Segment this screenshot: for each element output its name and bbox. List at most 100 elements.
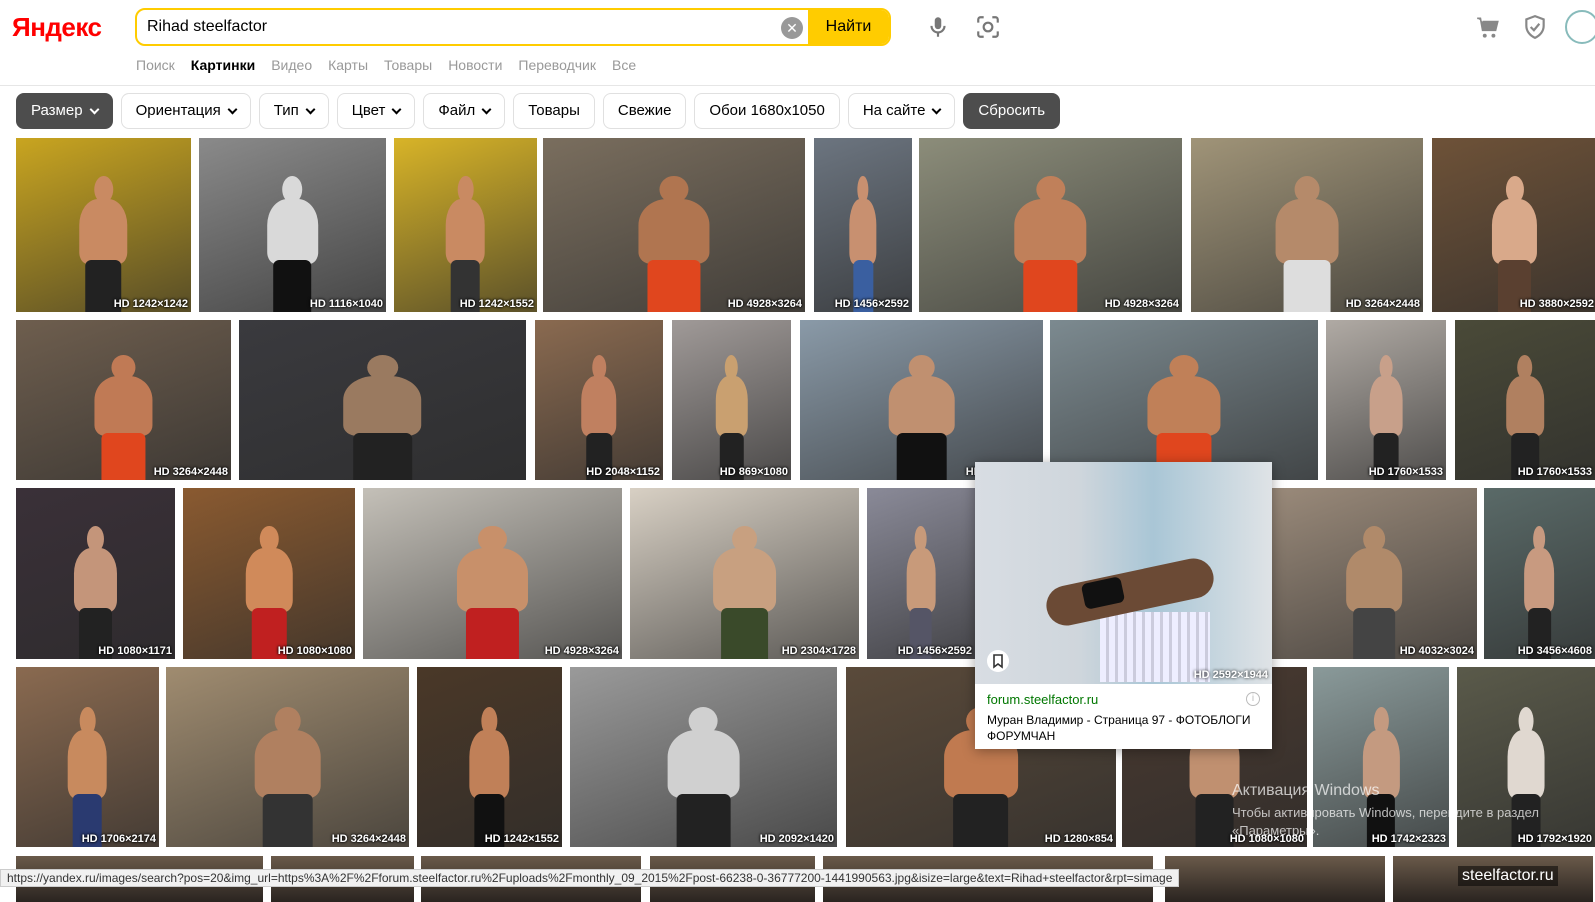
filter-chip-0[interactable]: Размер: [16, 93, 113, 129]
thumbnail-figure: [465, 706, 514, 847]
filter-chip-label: Размер: [31, 102, 83, 119]
filter-chip-label: Ориентация: [135, 102, 221, 119]
thumbnail-figure: [1501, 355, 1549, 480]
image-result-tile[interactable]: HD 3264×2448: [166, 667, 409, 847]
tab-5[interactable]: Новости: [448, 57, 502, 73]
image-result-tile[interactable]: HD 3264×2448: [1191, 138, 1423, 312]
search-tabs: Поиск Картинки Видео Карты Товары Новости Пере…: [136, 57, 652, 73]
resolution-badge: HD 1242×1552: [484, 833, 559, 845]
thumbnail-figure: [706, 525, 784, 659]
image-result-tile[interactable]: HD 1080×1080: [183, 488, 355, 659]
thumbnail-figure: [441, 176, 490, 312]
resolution-badge: HD 3456×4608: [1517, 645, 1592, 657]
resolution-badge: HD 2048×1152: [586, 466, 660, 478]
thumbnail-figure: [1268, 176, 1347, 312]
preview-image[interactable]: [975, 462, 1272, 684]
bookmark-icon[interactable]: [987, 650, 1009, 672]
image-result-tile[interactable]: HD 1620×2160: [800, 320, 1043, 480]
image-result-tile[interactable]: HD 1242×1552: [394, 138, 537, 312]
image-result-tile[interactable]: [1165, 856, 1385, 902]
thumbnail-figure: [63, 706, 112, 847]
tab-0[interactable]: Поиск: [136, 57, 175, 73]
thumbnail-figure: [261, 176, 325, 312]
image-result-tile[interactable]: [1050, 320, 1318, 480]
image-result-tile[interactable]: HD 4032×3024: [1272, 488, 1477, 659]
resolution-badge: HD 4928×3264: [727, 298, 802, 310]
filter-chip-3[interactable]: Цвет: [336, 93, 416, 129]
chevron-down-icon: [227, 104, 238, 114]
clear-icon[interactable]: ✕: [781, 17, 803, 39]
image-result-tile[interactable]: HD 1760×1533: [1455, 320, 1595, 480]
tab-2[interactable]: Видео: [271, 57, 312, 73]
shield-icon[interactable]: [1522, 14, 1548, 40]
yandex-logo[interactable]: Яндекс: [12, 12, 102, 43]
image-result-tile[interactable]: HD 1242×1242: [16, 138, 191, 312]
resolution-badge: HD 1760×1533: [1368, 466, 1443, 478]
thumbnail-figure: [334, 355, 432, 480]
filter-chip-7[interactable]: Обои 1680x1050: [694, 93, 840, 129]
image-result-tile[interactable]: HD 3880×2592: [1432, 138, 1595, 312]
image-result-tile[interactable]: HD 4928×3264: [543, 138, 805, 312]
thumbnail-figure: [846, 176, 879, 312]
image-result-tile[interactable]: HD 1456×2592: [867, 488, 975, 659]
tab-3[interactable]: Карты: [328, 57, 368, 73]
resolution-badge: HD 1706×2174: [81, 833, 156, 845]
image-result-tile[interactable]: HD 869×1080: [672, 320, 791, 480]
thumbnail-figure: [1340, 525, 1410, 659]
preview-domain-link[interactable]: forum.steelfactor.ru: [987, 692, 1098, 707]
image-search-icon[interactable]: [975, 14, 1001, 40]
image-result-tile[interactable]: HD 3264×2448: [16, 320, 231, 480]
resolution-badge: HD 4032×3024: [1399, 645, 1474, 657]
site-watermark: steelfactor.ru: [1458, 866, 1558, 886]
filter-chip-label: Свежие: [617, 102, 672, 119]
thumbnail-figure: [246, 706, 329, 847]
tab-4[interactable]: Товары: [384, 57, 432, 73]
thumbnail-figure: [577, 355, 621, 480]
result-preview-card[interactable]: HD 2592×1944 forum.steelfactor.ru i Мура…: [975, 462, 1272, 749]
search-button[interactable]: Найти: [808, 10, 889, 44]
thumbnail-figure: [87, 355, 160, 480]
tab-1[interactable]: Картинки: [191, 57, 255, 73]
image-result-tile[interactable]: HD 2048×1152: [535, 320, 663, 480]
search-input[interactable]: [147, 10, 767, 44]
filter-chip-8[interactable]: На сайте: [847, 93, 956, 129]
tab-6[interactable]: Переводчик: [518, 57, 596, 73]
image-result-tile[interactable]: HD 3456×4608: [1484, 488, 1595, 659]
filter-chip-9[interactable]: Сбросить: [963, 93, 1061, 129]
thumbnail-figure: [1006, 176, 1095, 312]
image-result-tile[interactable]: HD 4928×3264: [363, 488, 622, 659]
image-result-tile[interactable]: HD 2092×1420: [570, 667, 837, 847]
filter-chip-2[interactable]: Тип: [258, 93, 329, 129]
filter-chip-1[interactable]: Ориентация: [120, 93, 251, 129]
image-result-tile[interactable]: HD 1116×1040: [199, 138, 386, 312]
thumbnail-figure: [629, 176, 718, 312]
cart-icon[interactable]: [1475, 14, 1501, 40]
info-icon[interactable]: i: [1246, 692, 1260, 706]
image-result-tile[interactable]: HD 1456×2592: [814, 138, 912, 312]
image-result-tile[interactable]: HD 1760×1533: [1326, 320, 1446, 480]
image-result-tile[interactable]: HD 1242×1552: [417, 667, 562, 847]
microphone-icon[interactable]: [925, 14, 951, 40]
filter-chip-6[interactable]: Свежие: [602, 93, 687, 129]
preview-title[interactable]: Муран Владимир - Страница 97 - ФОТОБЛОГИ…: [987, 712, 1257, 744]
filter-chip-5[interactable]: Товары: [513, 93, 595, 129]
image-result-tile[interactable]: HD 1080×1171: [16, 488, 175, 659]
resolution-badge: HD 1116×1040: [309, 298, 383, 310]
image-result-tile[interactable]: [239, 320, 526, 480]
filter-chip-label: Сбросить: [978, 102, 1046, 119]
resolution-badge: HD 1080×1171: [98, 645, 172, 657]
resolution-badge: HD 3880×2592: [1519, 298, 1594, 310]
chevron-down-icon: [481, 104, 492, 114]
logo-text: Яндекс: [12, 12, 102, 42]
resolution-badge: HD 4928×3264: [544, 645, 619, 657]
tab-7[interactable]: Все: [612, 57, 636, 73]
filter-chip-4[interactable]: Файл: [423, 93, 506, 129]
image-result-tile[interactable]: HD 2304×1728: [630, 488, 859, 659]
image-result-tile[interactable]: HD 1706×2174: [16, 667, 159, 847]
thumbnail-figure: [240, 525, 298, 659]
resolution-badge: HD 869×1080: [719, 466, 788, 478]
filter-chip-label: На сайте: [862, 102, 926, 119]
image-result-tile[interactable]: HD 4928×3264: [919, 138, 1182, 312]
avatar[interactable]: [1565, 10, 1595, 44]
resolution-badge: HD 2092×1420: [759, 833, 834, 845]
